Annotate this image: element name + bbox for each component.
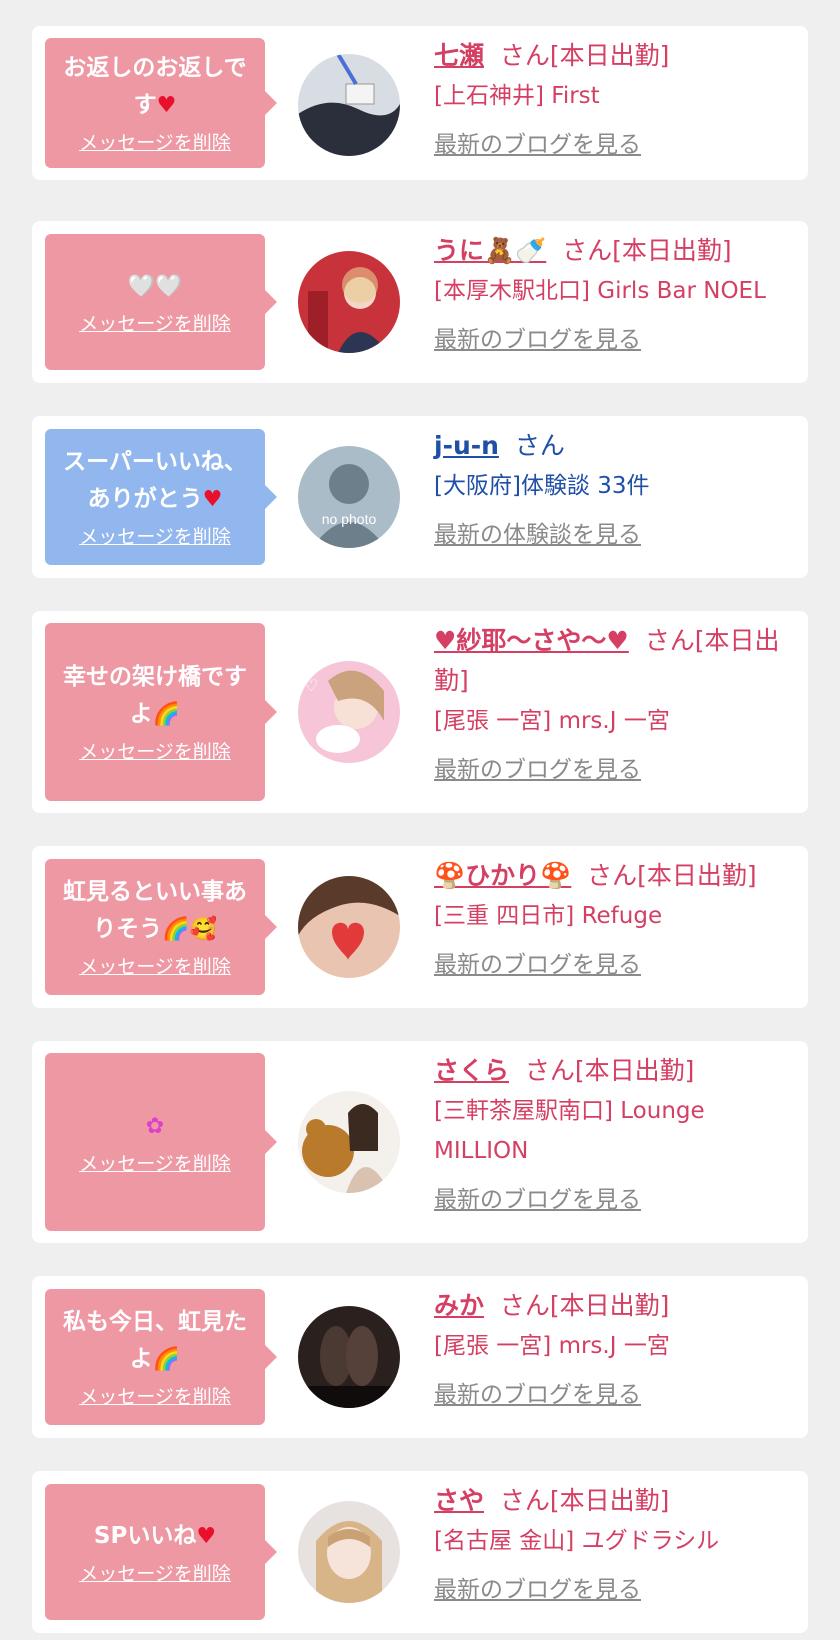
message-text: スーパーいいね、ありがとう♥ <box>63 449 247 512</box>
profile-info: うに🧸🍼 さん[本日出勤] [本厚木駅北口] Girls Bar NOEL 最新… <box>434 231 798 357</box>
message-bubble: ✿ メッセージを削除 <box>45 1053 277 1231</box>
latest-blog-link[interactable]: 最新のブログを見る <box>434 1183 798 1217</box>
profile-info: j-u-n さん [大阪府]体験談 33件 最新の体験談を見る <box>434 426 798 552</box>
profile-name-link[interactable]: みか <box>434 1291 484 1320</box>
shop-text: [三重 四日市] Refuge <box>434 903 663 929</box>
profile-info: ♥紗耶〜さや〜♥ さん[本日出勤] [尾張 一宮] mrs.J 一宮 最新のブロ… <box>434 621 798 787</box>
latest-blog-link[interactable]: 最新のブログを見る <box>434 753 798 787</box>
profile-name-link[interactable]: 🍄ひかり🍄 <box>434 861 571 890</box>
profile-info: みか さん[本日出勤] [尾張 一宮] mrs.J 一宮 最新のブログを見る <box>434 1286 798 1412</box>
message-bubble: 🤍🤍 メッセージを削除 <box>45 234 277 370</box>
message-list: お返しのお返しです♥ メッセージを削除 七瀬 さん[本日出勤] [上石神井] F… <box>0 0 840 1640</box>
heart-icon: ♥ <box>202 487 223 512</box>
avatar[interactable] <box>298 876 400 978</box>
message-bubble: 虹見るといい事ありそう🌈🥰 メッセージを削除 <box>45 859 277 995</box>
delete-message-link[interactable]: メッセージを削除 <box>79 130 231 156</box>
status-text: さん[本日出勤] <box>524 1056 695 1085</box>
message-bubble: SPいいね♥ メッセージを削除 <box>45 1484 277 1620</box>
message-text: 幸せの架け橋ですよ🌈 <box>63 664 247 727</box>
message-text: 🤍🤍 <box>128 268 183 305</box>
message-bubble: 幸せの架け橋ですよ🌈 メッセージを削除 <box>45 623 277 801</box>
latest-blog-link[interactable]: 最新のブログを見る <box>434 948 798 982</box>
status-text: さん[本日出勤] <box>499 1291 670 1320</box>
message-bubble: 私も今日、虹見たよ🌈 メッセージを削除 <box>45 1289 277 1425</box>
profile-info: 🍄ひかり🍄 さん[本日出勤] [三重 四日市] Refuge 最新のブログを見る <box>434 856 798 982</box>
status-text: さん[本日出勤] <box>499 1486 670 1515</box>
profile-info: さや さん[本日出勤] [名古屋 金山] ユグドラシル 最新のブログを見る <box>434 1481 798 1607</box>
profile-name-link[interactable]: さや <box>434 1486 484 1515</box>
status-text: さん[本日出勤] <box>587 861 757 890</box>
profile-info: 七瀬 さん[本日出勤] [上石神井] First 最新のブログを見る <box>434 36 798 162</box>
profile-name-link[interactable]: 七瀬 <box>434 41 484 70</box>
latest-blog-link[interactable]: 最新のブログを見る <box>434 1378 798 1412</box>
shop-text: [尾張 一宮] mrs.J 一宮 <box>434 708 670 734</box>
avatar[interactable]: no photo <box>298 446 400 548</box>
message-text: SPいいね♥ <box>93 1522 217 1549</box>
avatar[interactable] <box>298 251 400 353</box>
message-text: ✿ <box>146 1108 164 1145</box>
profile-name-link[interactable]: さくら <box>434 1056 509 1085</box>
shop-text: [三軒茶屋駅南口] Lounge MILLION <box>434 1098 705 1164</box>
status-text: さん <box>514 431 565 460</box>
svg-text:♡: ♡ <box>304 678 318 695</box>
status-text: さん[本日出勤] <box>499 41 670 70</box>
delete-message-link[interactable]: メッセージを削除 <box>79 1384 231 1410</box>
avatar[interactable]: ♡ <box>298 661 400 763</box>
delete-message-link[interactable]: メッセージを削除 <box>79 311 231 337</box>
status-text: さん[本日出勤] <box>562 236 732 265</box>
message-text: 私も今日、虹見たよ🌈 <box>63 1309 247 1372</box>
latest-blog-link[interactable]: 最新のブログを見る <box>434 323 798 357</box>
heart-icon: ♥ <box>156 93 177 118</box>
shop-text: [尾張 一宮] mrs.J 一宮 <box>434 1333 670 1359</box>
delete-message-link[interactable]: メッセージを削除 <box>79 1561 231 1587</box>
delete-message-link[interactable]: メッセージを削除 <box>79 739 231 765</box>
message-text: 虹見るといい事ありそう🌈🥰 <box>63 879 247 942</box>
list-item: 虹見るといい事ありそう🌈🥰 メッセージを削除 🍄ひかり🍄 さん[本日出勤] [三… <box>32 846 808 1008</box>
no-photo-label: no photo <box>322 511 377 527</box>
latest-blog-link[interactable]: 最新のブログを見る <box>434 128 798 162</box>
rainbow-smile-icon: 🌈🥰 <box>162 917 217 942</box>
rainbow-icon: 🌈 <box>152 1347 181 1372</box>
white-heart-icon: 🤍🤍 <box>127 273 183 299</box>
list-item: 🤍🤍 メッセージを削除 うに🧸🍼 さん[本日出勤] [本厚木駅北口] Girls… <box>32 221 808 383</box>
list-item: お返しのお返しです♥ メッセージを削除 七瀬 さん[本日出勤] [上石神井] F… <box>32 26 808 180</box>
avatar[interactable] <box>298 1306 400 1408</box>
avatar[interactable] <box>298 1501 400 1603</box>
message-text: お返しのお返しです♥ <box>63 55 247 118</box>
delete-message-link[interactable]: メッセージを削除 <box>79 1151 231 1177</box>
avatar[interactable] <box>298 54 400 156</box>
avatar[interactable] <box>298 1091 400 1193</box>
profile-name-link[interactable]: うに🧸🍼 <box>434 236 546 265</box>
shop-text: [名古屋 金山] ユグドラシル <box>434 1528 720 1554</box>
message-bubble: お返しのお返しです♥ メッセージを削除 <box>45 38 277 168</box>
list-item: スーパーいいね、ありがとう♥ メッセージを削除 no photo j-u-n さ… <box>32 416 808 578</box>
list-item: ✿ メッセージを削除 さくら さん[本日出勤] [三軒茶屋駅南口] Lounge… <box>32 1041 808 1243</box>
delete-message-link[interactable]: メッセージを削除 <box>79 524 231 550</box>
list-item: 私も今日、虹見たよ🌈 メッセージを削除 みか さん[本日出勤] [尾張 一宮] … <box>32 1276 808 1438</box>
rainbow-icon: 🌈 <box>152 702 181 727</box>
shop-text: [上石神井] First <box>434 83 600 109</box>
profile-name-link[interactable]: j-u-n <box>434 431 499 460</box>
profile-info: さくら さん[本日出勤] [三軒茶屋駅南口] Lounge MILLION 最新… <box>434 1051 798 1217</box>
shop-text: [本厚木駅北口] Girls Bar NOEL <box>434 278 766 304</box>
list-item: 幸せの架け橋ですよ🌈 メッセージを削除 ♡ ♥紗耶〜さや〜♥ さん[本日出勤] … <box>32 611 808 813</box>
heart-icon: ♥ <box>196 1523 217 1549</box>
list-item: SPいいね♥ メッセージを削除 さや さん[本日出勤] [名古屋 金山] ユグド… <box>32 1471 808 1633</box>
review-count-text: [大阪府]体験談 33件 <box>434 473 650 499</box>
profile-name-link[interactable]: ♥紗耶〜さや〜♥ <box>434 626 629 655</box>
latest-blog-link[interactable]: 最新のブログを見る <box>434 1573 798 1607</box>
flower-icon: ✿ <box>145 1113 165 1139</box>
message-bubble: スーパーいいね、ありがとう♥ メッセージを削除 <box>45 429 277 565</box>
delete-message-link[interactable]: メッセージを削除 <box>79 954 231 980</box>
latest-review-link[interactable]: 最新の体験談を見る <box>434 518 798 552</box>
